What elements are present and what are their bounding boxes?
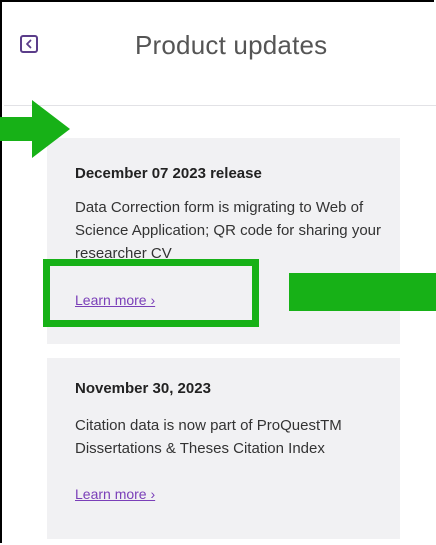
annotation-marker: [289, 273, 436, 311]
update-title: November 30, 2023: [75, 380, 211, 397]
arrow-right-icon: [0, 100, 70, 158]
highlight-annotation: [43, 259, 259, 327]
update-title: December 07 2023 release: [75, 165, 262, 182]
panel-header: Product updates: [4, 4, 436, 106]
update-description: Data Correction form is migrating to Web…: [75, 199, 381, 262]
page-title: Product updates: [135, 30, 328, 60]
update-card: November 30, 2023 Citation data is now p…: [47, 358, 400, 539]
chevron-left-icon: [26, 39, 32, 49]
update-description: Citation data is now part of ProQuestTM …: [75, 417, 342, 457]
back-button[interactable]: [20, 35, 38, 53]
learn-more-link[interactable]: Learn more ›: [75, 486, 155, 502]
